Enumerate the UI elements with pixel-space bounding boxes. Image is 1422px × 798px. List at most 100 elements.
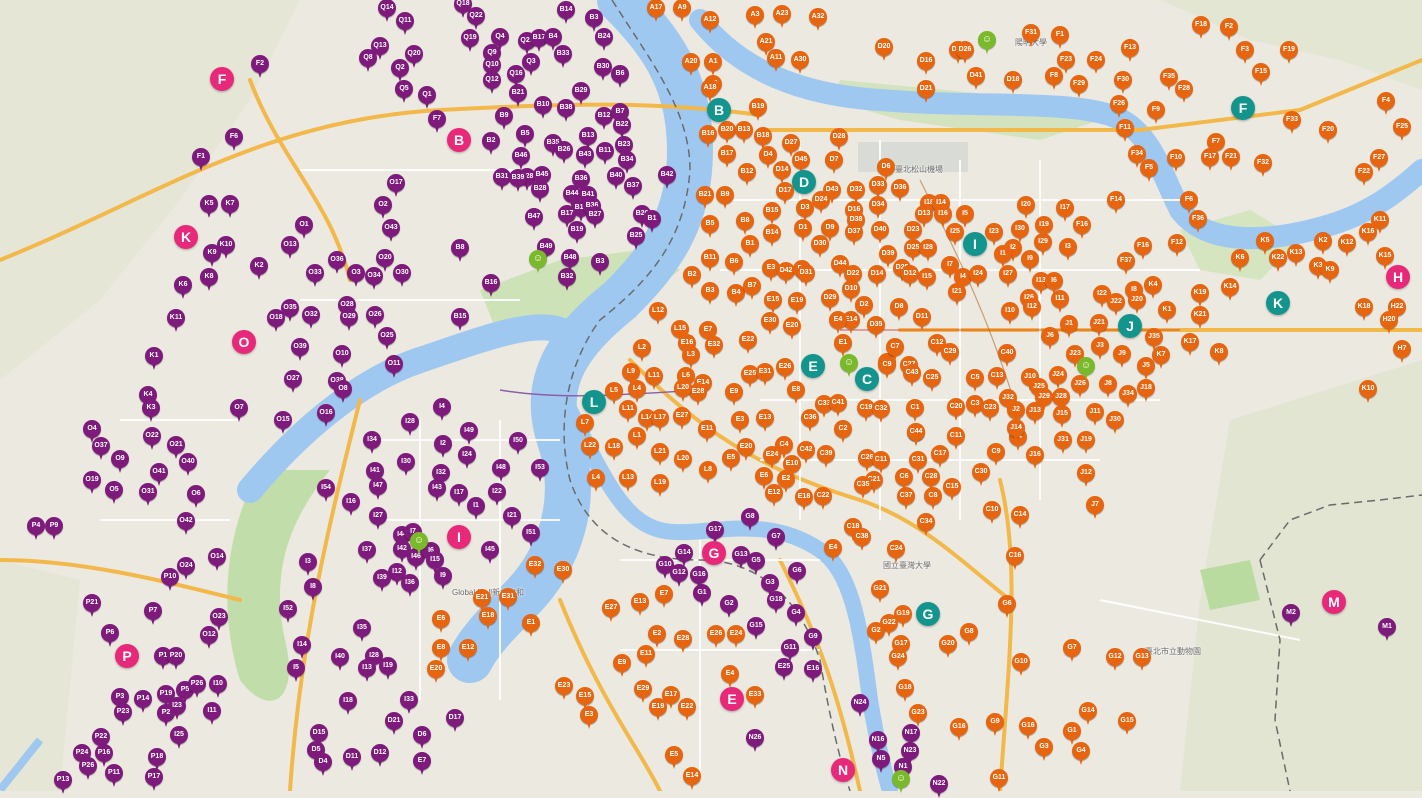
- map-pin-b21[interactable]: B21: [509, 84, 527, 107]
- map-pin-d41[interactable]: D41: [967, 67, 985, 90]
- map-pin-j13[interactable]: J13: [1026, 402, 1044, 425]
- map-pin-p6[interactable]: P6: [101, 624, 119, 647]
- map-pin-i20[interactable]: I20: [1017, 196, 1035, 219]
- map-pin-o21[interactable]: O21: [167, 436, 185, 459]
- map-pin-o39[interactable]: O39: [291, 338, 309, 361]
- district-badge-i[interactable]: I: [963, 232, 987, 256]
- map-pin-g5[interactable]: G5: [747, 552, 765, 575]
- map-pin-d8[interactable]: D8: [890, 298, 908, 321]
- map-pin-k22[interactable]: K22: [1269, 249, 1287, 272]
- map-pin-o19[interactable]: O19: [83, 471, 101, 494]
- map-pin-k19[interactable]: K19: [1191, 284, 1209, 307]
- map-pin-p20[interactable]: P20: [167, 647, 185, 670]
- map-pin-c24[interactable]: C24: [887, 540, 905, 563]
- map-pin-o7[interactable]: O7: [230, 399, 248, 422]
- map-pin-l12[interactable]: L12: [649, 302, 667, 325]
- map-pin-o37[interactable]: O37: [92, 437, 110, 460]
- map-pin-g6[interactable]: G6: [788, 562, 806, 585]
- map-pin-g23[interactable]: G23: [909, 704, 927, 727]
- map-pin-e4[interactable]: E4: [829, 311, 847, 334]
- map-pin-o25[interactable]: O25: [378, 327, 396, 350]
- map-pin-c9[interactable]: C9: [987, 443, 1005, 466]
- map-pin-k10[interactable]: K10: [1359, 380, 1377, 403]
- map-pin-i33[interactable]: I33: [400, 691, 418, 714]
- map-pin-i28[interactable]: I28: [401, 413, 419, 436]
- map-pin-i37[interactable]: I37: [358, 541, 376, 564]
- map-pin-b7[interactable]: B7: [743, 277, 761, 300]
- map-pin-e8[interactable]: E8: [787, 381, 805, 404]
- map-pin-e31[interactable]: E31: [756, 363, 774, 386]
- map-pin-f29[interactable]: F29: [1070, 75, 1088, 98]
- map-pin-i48[interactable]: I48: [492, 459, 510, 482]
- map-pin-p18[interactable]: P18: [148, 748, 166, 771]
- map-pin-d16[interactable]: D16: [917, 52, 935, 75]
- map-pin-k14[interactable]: K14: [1221, 278, 1239, 301]
- map-pin-g14[interactable]: G14: [675, 544, 693, 567]
- map-pin-q5[interactable]: Q5: [395, 80, 413, 103]
- map-pin-c14[interactable]: C14: [1011, 506, 1029, 529]
- map-pin-g18[interactable]: G18: [767, 591, 785, 614]
- map-pin-e13[interactable]: E13: [631, 593, 649, 616]
- map-pin-b15[interactable]: B15: [763, 202, 781, 225]
- map-pin-k7[interactable]: K7: [221, 195, 239, 218]
- map-pin-c43[interactable]: C43: [903, 364, 921, 387]
- map-pin-o33[interactable]: O33: [306, 264, 324, 287]
- map-pin-j8[interactable]: J8: [1099, 375, 1117, 398]
- map-pin-c28[interactable]: C28: [922, 468, 940, 491]
- map-pin-k12[interactable]: K12: [1338, 234, 1356, 257]
- map-pin-d31[interactable]: D31: [797, 264, 815, 287]
- map-pin-b20[interactable]: B20: [718, 121, 736, 144]
- map-pin-e3[interactable]: E3: [731, 411, 749, 434]
- map-pin-j12[interactable]: J12: [1077, 464, 1095, 487]
- map-pin-b42[interactable]: B42: [658, 166, 676, 189]
- district-badge-f[interactable]: F: [210, 67, 234, 91]
- map-pin-k16[interactable]: K16: [1359, 223, 1377, 246]
- district-badge-b[interactable]: B: [707, 98, 731, 122]
- map-pin-g17[interactable]: G17: [706, 521, 724, 544]
- map-pin-p2[interactable]: P2: [157, 704, 175, 727]
- map-pin-l19[interactable]: L19: [651, 474, 669, 497]
- map-pin-i22[interactable]: I22: [488, 483, 506, 506]
- map-pin-g18[interactable]: G18: [896, 679, 914, 702]
- map-pin-e9[interactable]: E9: [613, 654, 631, 677]
- map-pin-a3[interactable]: A3: [746, 6, 764, 29]
- map-pin-j9[interactable]: J9: [1113, 345, 1131, 368]
- map-pin-o20[interactable]: O20: [376, 249, 394, 272]
- map-pin-b14[interactable]: B14: [557, 1, 575, 24]
- map-pin-b3[interactable]: B3: [585, 9, 603, 32]
- map-pin-c35[interactable]: C35: [854, 476, 872, 499]
- map-pin-a1[interactable]: A1: [704, 53, 722, 76]
- map-pin-c6[interactable]: C6: [895, 468, 913, 491]
- map-pin-o15[interactable]: O15: [274, 411, 292, 434]
- map-pin-l11[interactable]: L11: [645, 367, 663, 390]
- district-badge-d[interactable]: D: [792, 170, 816, 194]
- map-pin-f20[interactable]: F20: [1319, 121, 1337, 144]
- map-pin-e11[interactable]: E11: [637, 645, 655, 668]
- map-pin-e27[interactable]: E27: [602, 599, 620, 622]
- map-pin-e26[interactable]: E26: [776, 358, 794, 381]
- map-pin-d27[interactable]: D27: [782, 134, 800, 157]
- map-pin-c32[interactable]: C32: [872, 400, 890, 423]
- map-pin-a23[interactable]: A23: [773, 5, 791, 28]
- map-pin-n24[interactable]: N24: [851, 694, 869, 717]
- map-pin-n26[interactable]: N26: [746, 729, 764, 752]
- map-pin-o12[interactable]: O12: [200, 626, 218, 649]
- map-pin-e1[interactable]: E1: [522, 614, 540, 637]
- map-pin-i43[interactable]: I43: [428, 479, 446, 502]
- map-pin-i27[interactable]: I27: [999, 265, 1017, 288]
- map-pin-f26[interactable]: F26: [1110, 95, 1128, 118]
- map-pin-d45[interactable]: D45: [792, 151, 810, 174]
- map-pin-o2[interactable]: O2: [374, 196, 392, 219]
- map-pin-i12[interactable]: I12: [1023, 298, 1041, 321]
- map-pin-i17[interactable]: I17: [450, 484, 468, 507]
- map-pin-d12[interactable]: D12: [371, 744, 389, 767]
- map-pin-b13[interactable]: B13: [735, 121, 753, 144]
- map-pin-n17[interactable]: N17: [902, 724, 920, 747]
- map-pin-b38[interactable]: B38: [557, 99, 575, 122]
- map-pin-o23[interactable]: O23: [210, 608, 228, 631]
- map-pin-l17[interactable]: L17: [651, 409, 669, 432]
- map-pin-f36[interactable]: F36: [1189, 210, 1207, 233]
- map-pin-b19[interactable]: B19: [568, 221, 586, 244]
- map-pin-d2[interactable]: D2: [855, 296, 873, 319]
- map-pin-d3[interactable]: D3: [796, 199, 814, 222]
